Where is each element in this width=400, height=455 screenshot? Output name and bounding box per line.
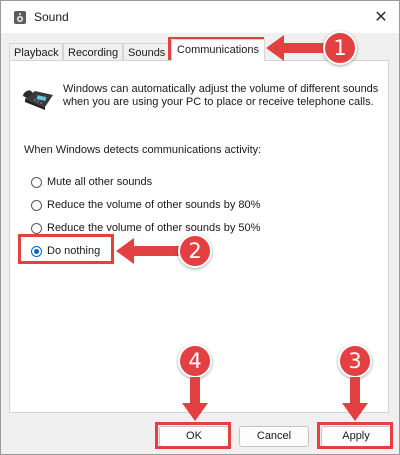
apply-button[interactable]: Apply bbox=[321, 426, 391, 447]
option-label: Reduce the volume of other sounds by 50% bbox=[47, 222, 261, 234]
option-mute-all[interactable]: Mute all other sounds bbox=[31, 174, 152, 190]
tab-recording[interactable]: Recording bbox=[63, 43, 123, 61]
option-label: Reduce the volume of other sounds by 80% bbox=[47, 199, 261, 211]
tab-sounds[interactable]: Sounds bbox=[123, 43, 169, 61]
cancel-button[interactable]: Cancel bbox=[239, 426, 309, 447]
step-badge-2: 2 bbox=[178, 234, 212, 268]
communications-description: Windows can automatically adjust the vol… bbox=[63, 83, 379, 108]
ok-button[interactable]: OK bbox=[159, 426, 229, 447]
arrow-left-icon bbox=[266, 35, 326, 61]
tab-playback[interactable]: Playback bbox=[9, 43, 63, 61]
speaker-icon bbox=[14, 11, 26, 24]
close-button[interactable]: ✕ bbox=[369, 5, 393, 29]
radio-button-selected[interactable] bbox=[31, 245, 42, 257]
telephone-icon bbox=[23, 90, 53, 110]
window-title: Sound bbox=[34, 10, 69, 24]
step-badge-3: 3 bbox=[338, 344, 372, 378]
title-bar: Sound ✕ bbox=[1, 1, 399, 33]
radio-button[interactable] bbox=[31, 222, 42, 234]
arrow-down-icon bbox=[182, 377, 208, 421]
step-badge-1: 1 bbox=[323, 31, 357, 65]
close-icon: ✕ bbox=[374, 9, 388, 26]
arrow-down-icon bbox=[342, 377, 368, 421]
option-label: Do nothing bbox=[47, 245, 101, 257]
arrow-left-icon bbox=[116, 238, 180, 264]
radio-button[interactable] bbox=[31, 176, 42, 188]
tab-communications[interactable]: Communications bbox=[171, 39, 265, 61]
step-badge-4: 4 bbox=[178, 344, 212, 378]
option-reduce-80[interactable]: Reduce the volume of other sounds by 80% bbox=[31, 197, 260, 213]
option-reduce-50[interactable]: Reduce the volume of other sounds by 50% bbox=[31, 220, 260, 236]
option-label: Mute all other sounds bbox=[47, 176, 153, 188]
radio-button[interactable] bbox=[31, 199, 42, 211]
option-do-nothing[interactable]: Do nothing bbox=[31, 243, 100, 259]
activity-prompt: When Windows detects communications acti… bbox=[24, 144, 262, 156]
